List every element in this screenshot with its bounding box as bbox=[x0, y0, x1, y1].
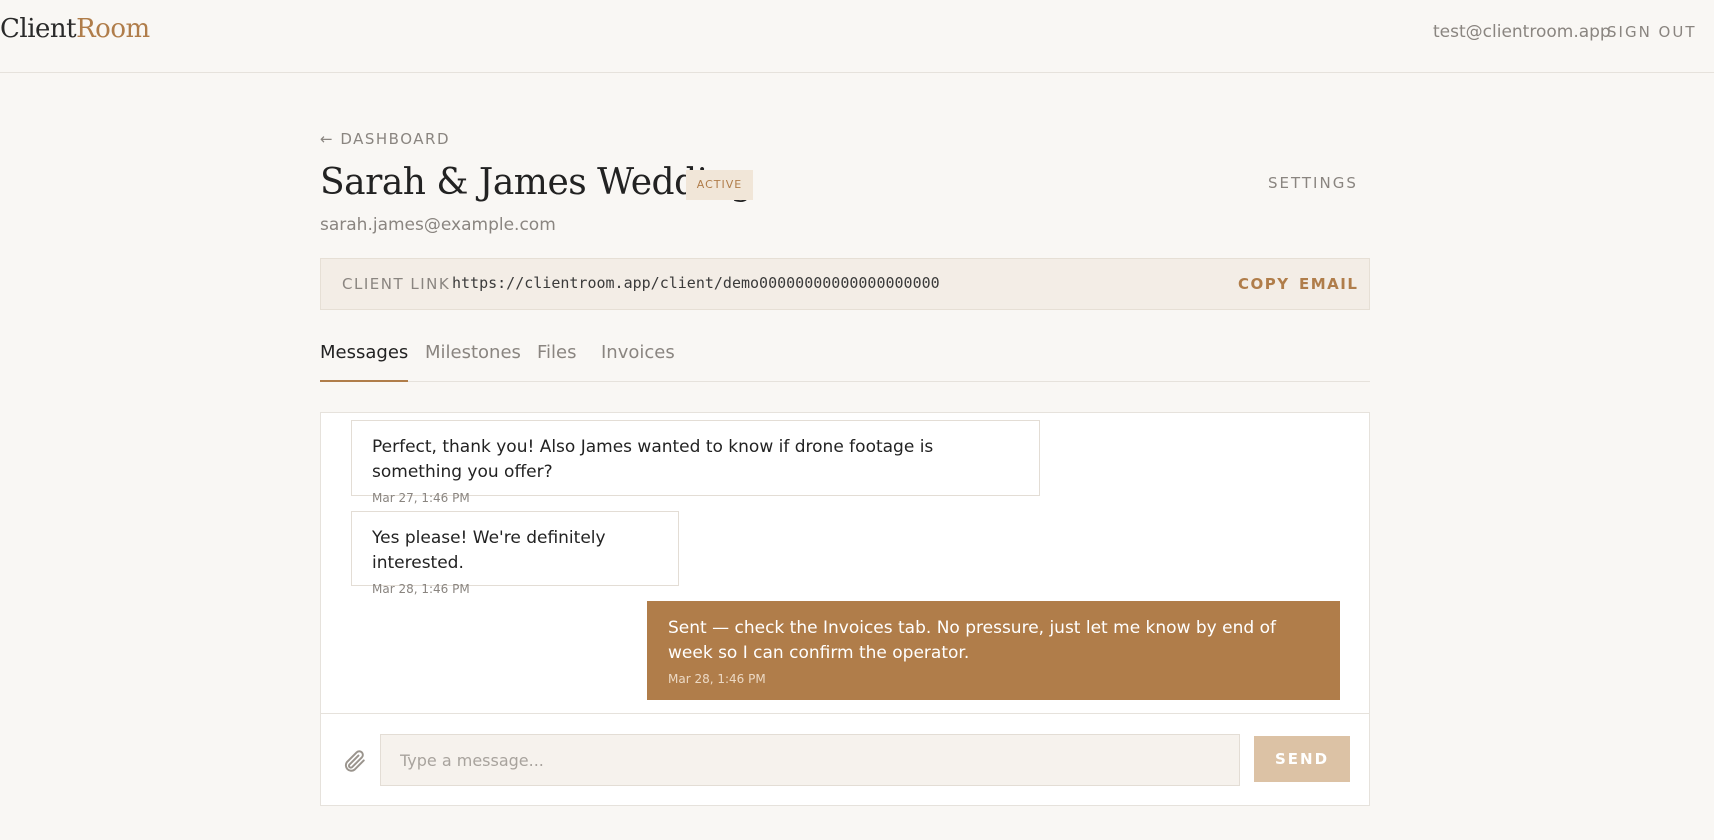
send-button[interactable]: SEND bbox=[1254, 736, 1350, 782]
status-badge: ACTIVE bbox=[686, 170, 753, 200]
message-composer: SEND bbox=[321, 713, 1369, 805]
tab-milestones[interactable]: Milestones bbox=[425, 342, 521, 382]
back-to-dashboard-link[interactable]: ← DASHBOARD bbox=[320, 130, 450, 148]
client-link-label: CLIENT LINK bbox=[342, 275, 451, 293]
tab-bar: Messages Milestones Files Invoices bbox=[320, 330, 1370, 382]
email-link-button[interactable]: EMAIL bbox=[1299, 275, 1358, 293]
client-link-url[interactable]: https://clientroom.app/client/demo000000… bbox=[452, 274, 940, 292]
copy-link-button[interactable]: COPY bbox=[1238, 275, 1290, 293]
logo-text-room: Room bbox=[76, 14, 150, 44]
settings-link[interactable]: SETTINGS bbox=[1268, 174, 1358, 192]
message-text: Yes please! We're definitely interested. bbox=[372, 528, 606, 573]
paperclip-icon[interactable] bbox=[341, 748, 367, 774]
message-bubble-sent: Sent — check the Invoices tab. No pressu… bbox=[647, 601, 1340, 700]
logo-text-client: Client bbox=[0, 14, 77, 44]
tab-invoices[interactable]: Invoices bbox=[601, 342, 675, 382]
client-link-bar: CLIENT LINK https://clientroom.app/clien… bbox=[320, 258, 1370, 310]
user-email: test@clientroom.app bbox=[1433, 22, 1611, 42]
messages-panel: Perfect, thank you! Also James wanted to… bbox=[320, 412, 1370, 806]
message-timestamp: Mar 28, 1:46 PM bbox=[372, 582, 470, 596]
message-bubble-received: Perfect, thank you! Also James wanted to… bbox=[351, 420, 1040, 505]
message-text: Perfect, thank you! Also James wanted to… bbox=[372, 437, 934, 482]
message-input[interactable] bbox=[380, 734, 1240, 786]
message-timestamp: Mar 27, 1:46 PM bbox=[372, 491, 470, 505]
top-bar: ClientRoom test@clientroom.app SIGN OUT bbox=[0, 0, 1714, 73]
tab-messages[interactable]: Messages bbox=[320, 342, 409, 382]
app-logo[interactable]: ClientRoom bbox=[0, 14, 150, 44]
message-timestamp: Mar 28, 1:46 PM bbox=[668, 672, 766, 686]
client-email: sarah.james@example.com bbox=[320, 215, 556, 235]
message-text: Sent — check the Invoices tab. No pressu… bbox=[668, 618, 1276, 663]
message-bubble-received: Yes please! We're definitely interested.… bbox=[351, 511, 679, 596]
sign-out-link[interactable]: SIGN OUT bbox=[1607, 23, 1697, 41]
tab-files[interactable]: Files bbox=[537, 342, 577, 382]
